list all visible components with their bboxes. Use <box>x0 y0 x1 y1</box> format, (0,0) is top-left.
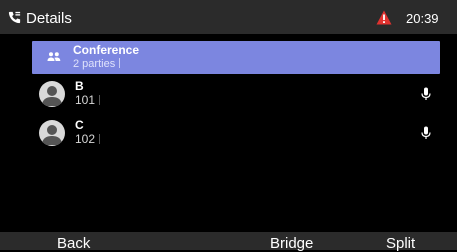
party-row[interactable]: B 101 <box>0 79 457 115</box>
avatar <box>39 120 65 146</box>
conference-party-count: 2 parties <box>73 58 121 70</box>
phone-details-icon <box>8 11 21 24</box>
party-row[interactable]: C 102 <box>0 118 457 154</box>
group-icon <box>47 52 61 61</box>
bridge-button[interactable]: Bridge <box>270 235 313 252</box>
party-name: B <box>75 79 84 93</box>
page-title: Details <box>26 10 72 27</box>
clock: 20:39 <box>406 11 439 26</box>
party-name: C <box>75 118 84 132</box>
avatar <box>39 81 65 107</box>
party-number: 101 <box>75 93 101 107</box>
conference-name: Conference <box>73 43 140 57</box>
warning-triangle-icon[interactable] <box>376 10 392 25</box>
status-bar: Details 20:39 <box>0 0 457 34</box>
back-button[interactable]: Back <box>57 235 90 252</box>
softkey-bar: Back Bridge Split <box>0 232 457 252</box>
split-button[interactable]: Split <box>386 235 415 252</box>
conference-row[interactable]: Conference 2 parties <box>32 41 440 74</box>
microphone-icon[interactable] <box>421 126 431 140</box>
microphone-icon[interactable] <box>421 87 431 101</box>
party-number: 102 <box>75 132 101 146</box>
